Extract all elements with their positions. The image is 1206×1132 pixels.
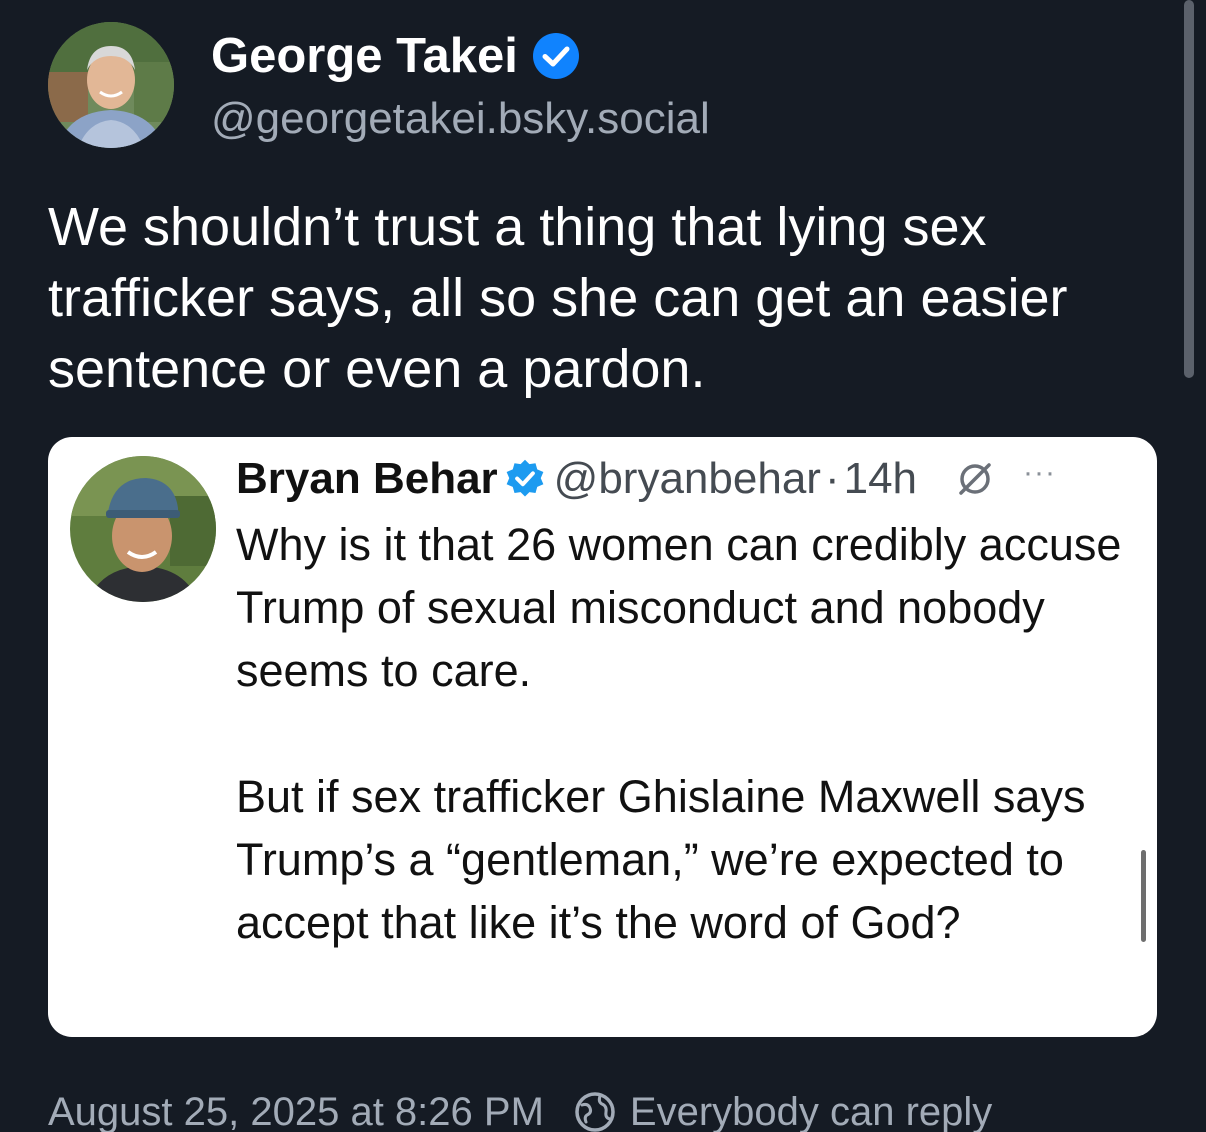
- quoted-scrollbar: [1141, 850, 1146, 942]
- quoted-more-icon: ···: [1023, 456, 1056, 489]
- quoted-post-card[interactable]: Bryan Behar @bryanbehar · 14h ··· Why is…: [48, 437, 1157, 1037]
- quoted-verified-check-icon: [506, 459, 544, 497]
- post-text: We shouldn’t trust a thing that lying se…: [48, 197, 1068, 399]
- grok-icon: [959, 463, 991, 495]
- author-avatar-image: [48, 22, 174, 148]
- quoted-post-header: Bryan Behar @bryanbehar · 14h ···: [236, 451, 1056, 507]
- author-display-name[interactable]: George Takei: [211, 28, 580, 84]
- post-timestamp[interactable]: August 25, 2025 at 8:26 PM: [48, 1090, 544, 1132]
- author-avatar[interactable]: [48, 22, 174, 148]
- quoted-avatar-image: [70, 456, 216, 602]
- quoted-paragraph-1: Why is it that 26 women can credibly acc…: [236, 519, 1122, 696]
- quoted-paragraph-2: But if sex trafficker Ghislaine Maxwell …: [236, 771, 1086, 948]
- verified-check-icon[interactable]: [532, 32, 580, 80]
- post-footer: August 25, 2025 at 8:26 PM Everybody can…: [48, 1084, 992, 1132]
- quoted-author-avatar: [70, 456, 216, 602]
- reply-setting-label[interactable]: Everybody can reply: [630, 1090, 992, 1132]
- quoted-author-handle: @bryanbehar: [553, 454, 821, 503]
- quoted-author-name: Bryan Behar: [236, 454, 498, 503]
- globe-icon: [575, 1092, 615, 1132]
- quoted-time-ago: 14h: [843, 454, 918, 503]
- author-handle[interactable]: @georgetakei.bsky.social: [211, 94, 710, 144]
- quoted-separator: ·: [824, 454, 840, 503]
- page-scrollbar[interactable]: [1184, 0, 1194, 378]
- author-name-text: George Takei: [211, 29, 518, 83]
